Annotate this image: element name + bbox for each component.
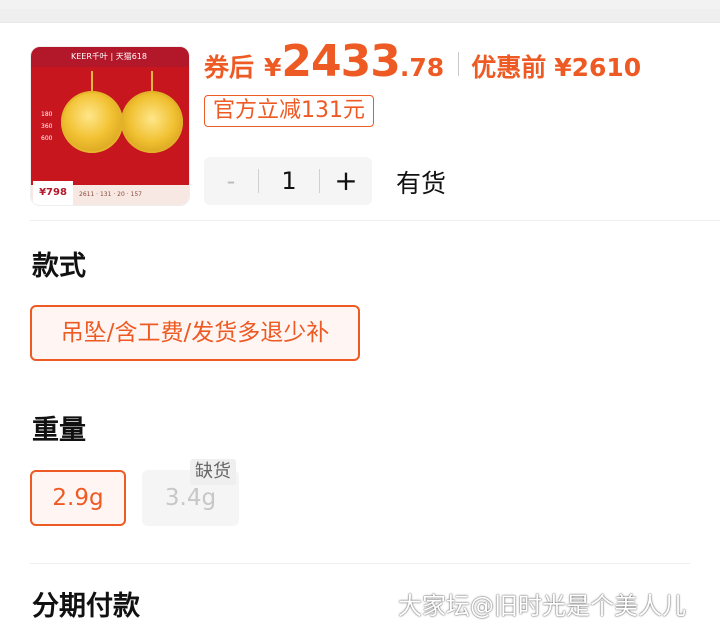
thumbnail-brand: KEER千叶 | 天猫618 [31, 47, 189, 67]
watermark: 大家坛@旧时光是个美人儿 [398, 592, 686, 620]
out-of-stock-badge: 缺货 [190, 459, 236, 485]
price-integer: 2433 [281, 36, 400, 87]
quantity-stepper: - 1 + [204, 157, 372, 205]
price-decimal: .78 [399, 53, 445, 82]
discount-tag: 官方立减131元 [204, 95, 374, 127]
stock-status: 有货 [396, 169, 447, 198]
top-strip [0, 0, 720, 23]
price-divider [458, 52, 460, 76]
thumbnail-foot-price: ¥798 [33, 181, 73, 205]
divider [30, 220, 720, 221]
divider [30, 563, 690, 564]
installment-section-title: 分期付款 [32, 591, 140, 622]
currency-symbol: ¥ [264, 53, 282, 82]
style-option-pendant[interactable]: 吊坠/含工费/发货多退少补 [30, 305, 360, 361]
weight-option-2.9g[interactable]: 2.9g [30, 470, 126, 526]
quantity-value[interactable]: 1 [259, 157, 319, 205]
pre-discount-label: 优惠前 [471, 53, 547, 82]
sun-pendant-image [61, 91, 123, 153]
decrease-quantity-button[interactable]: - [204, 157, 258, 205]
pre-discount-price: ¥2610 [554, 53, 642, 82]
style-section-title: 款式 [32, 251, 86, 282]
weight-section-title: 重量 [32, 415, 86, 446]
coupon-price-label: 券后 [204, 53, 255, 82]
thumbnail-side-prices: 180 360 600 [41, 111, 53, 142]
product-thumbnail[interactable]: KEER千叶 | 天猫618 180 360 600 2611 · 131 · … [30, 46, 190, 206]
price-row: 券后 ¥2433.78 优惠前 ¥2610 [204, 36, 704, 92]
tree-pendant-image [121, 91, 183, 153]
increase-quantity-button[interactable]: + [320, 157, 372, 205]
